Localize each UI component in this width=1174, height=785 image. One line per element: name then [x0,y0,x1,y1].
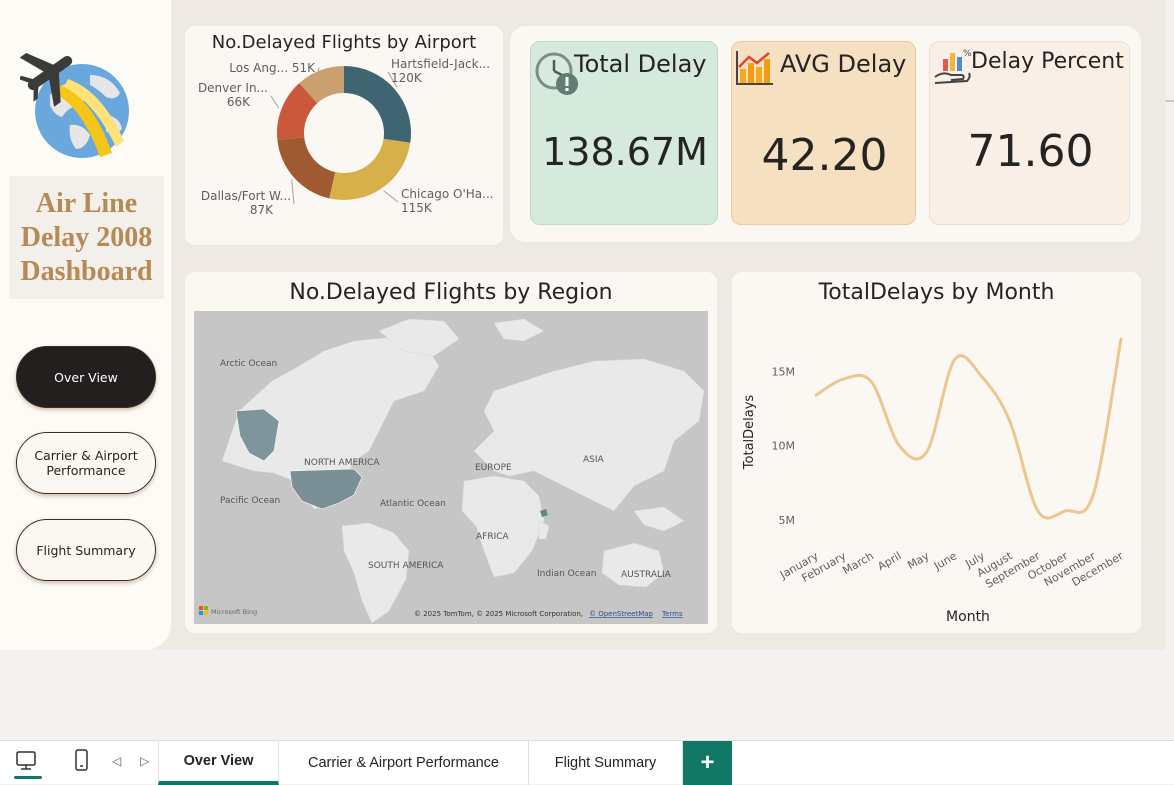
kpi-avg-delay-value: 42.20 [761,130,888,181]
kpi-avg-delay-title: AVG Delay [780,50,907,78]
kpi-panel: Total Delay 138.67M AVG Delay 42.20 % De… [510,26,1141,242]
osm-link[interactable]: © OpenStreetMap [589,610,654,618]
x-tick-label: June [931,549,959,573]
tab-overview[interactable]: Over View [158,741,279,785]
kpi-delay-percent-value: 71.60 [967,126,1094,177]
chevron-right-icon[interactable]: ▷ [140,754,149,768]
donut-label: Denver In... [198,81,268,95]
kpi-total-delay-value: 138.67M [542,130,708,174]
map-label-australia: AUSTRALIA [621,570,672,580]
world-map[interactable]: Arctic Ocean NORTH AMERICA EUROPE ASIA P… [194,311,708,624]
add-page-button[interactable]: + [683,741,732,785]
bing-label: Microsoft Bing [211,608,257,616]
donut-leader-line [291,179,295,205]
donut-label: Los Ang... 51K [229,61,316,75]
airplane-globe-logo [17,45,132,163]
desktop-view-icon[interactable] [0,741,42,785]
dashboard-title-box: Air Line Delay 2008 Dashboard [9,176,164,299]
line-chart: 5M10M15M JanuaryFebruaryMarch April May Jun… [742,337,1126,625]
terms-link[interactable]: Terms [661,610,683,618]
line-chart-card: TotalDelays by Month 5M 10M 15M January Feb… [732,272,1141,633]
series-line [814,337,1123,520]
y-tick-label: 10M [772,440,796,453]
tab-flight-summary[interactable]: Flight Summary [529,741,683,785]
donut-value-label: 115K [401,201,433,215]
page-tab-bar: ◁ ▷ Over View Carrier & Airport Performa… [0,740,1174,785]
donut-label: Chicago O'Ha... [401,187,494,201]
map-label-south-america: SOUTH AMERICA [368,561,444,571]
kpi-total-delay: Total Delay 138.67M [530,41,718,225]
map-label-arctic: Arctic Ocean [220,359,277,369]
donut-label: Hartsfield-Jack... [391,57,490,71]
x-tick-label: April [875,549,903,573]
x-tick-label: May [905,549,932,572]
sidebar: Air Line Delay 2008 Dashboard Over View … [0,0,171,650]
donut-leader-line [383,190,399,203]
y-tick-label: 5M [779,514,796,527]
donut-label: Dallas/Fort W... [201,189,291,203]
scroll-indicator [1166,100,1174,102]
mobile-view-icon[interactable] [68,741,98,785]
x-tick-label: March [840,549,876,577]
map-label-pacific: Pacific Ocean [220,496,280,506]
map-label-atlantic: Atlantic Ocean [380,499,446,509]
map-label-indian: Indian Ocean [537,569,596,579]
map-label-europe: EUROPE [475,463,512,473]
dashboard-title: Air Line Delay 2008 Dashboard [20,187,153,287]
nav-button-overview[interactable]: Over View [16,346,156,408]
report-canvas: Air Line Delay 2008 Dashboard Over View … [0,0,1174,785]
bar-chart-icon [736,51,773,85]
kpi-delay-percent-title: Delay Percent [971,49,1124,74]
chevron-left-icon[interactable]: ◁ [112,754,121,768]
donut-chart: Hartsfield-Jack...120K Chicago O'Ha...115… [198,57,494,217]
tab-carrier-airport[interactable]: Carrier & Airport Performance [279,741,529,785]
kpi-total-delay-title: Total Delay [574,50,707,78]
map-card: No.Delayed Flights by Region Arctic Ocea… [185,272,717,633]
report-page: Air Line Delay 2008 Dashboard Over View … [0,0,1174,650]
map-copyright: © 2025 TomTom, © 2025 Microsoft Corporat… [414,610,583,618]
map-label-north-america: NORTH AMERICA [304,458,380,468]
map-title: No.Delayed Flights by Region [289,280,613,305]
map-label-africa: AFRICA [476,532,510,542]
donut-value-label: 66K [227,95,251,109]
y-axis-label: TotalDelays [742,395,757,471]
donut-leader-line [270,95,280,109]
x-axis-label: Month [946,609,990,625]
donut-value-label: 87K [250,203,274,217]
donut-card: No.Delayed Flights by Airport Hartsfield… [185,26,503,245]
kpi-avg-delay: AVG Delay 42.20 [731,41,916,225]
map-label-asia: ASIA [583,455,605,465]
donut-slice[interactable] [329,138,411,200]
nav-button-flight-summary[interactable]: Flight Summary [16,519,156,581]
nav-button-carrier-airport[interactable]: Carrier & Airport Performance [16,432,156,494]
y-tick-label: 15M [772,365,796,378]
hand-chart-icon: % [934,49,972,84]
bing-logo: Microsoft Bing [199,606,257,616]
kpi-delay-percent: % Delay Percent 71.60 [929,41,1130,225]
donut-value-label: 120K [391,71,423,85]
